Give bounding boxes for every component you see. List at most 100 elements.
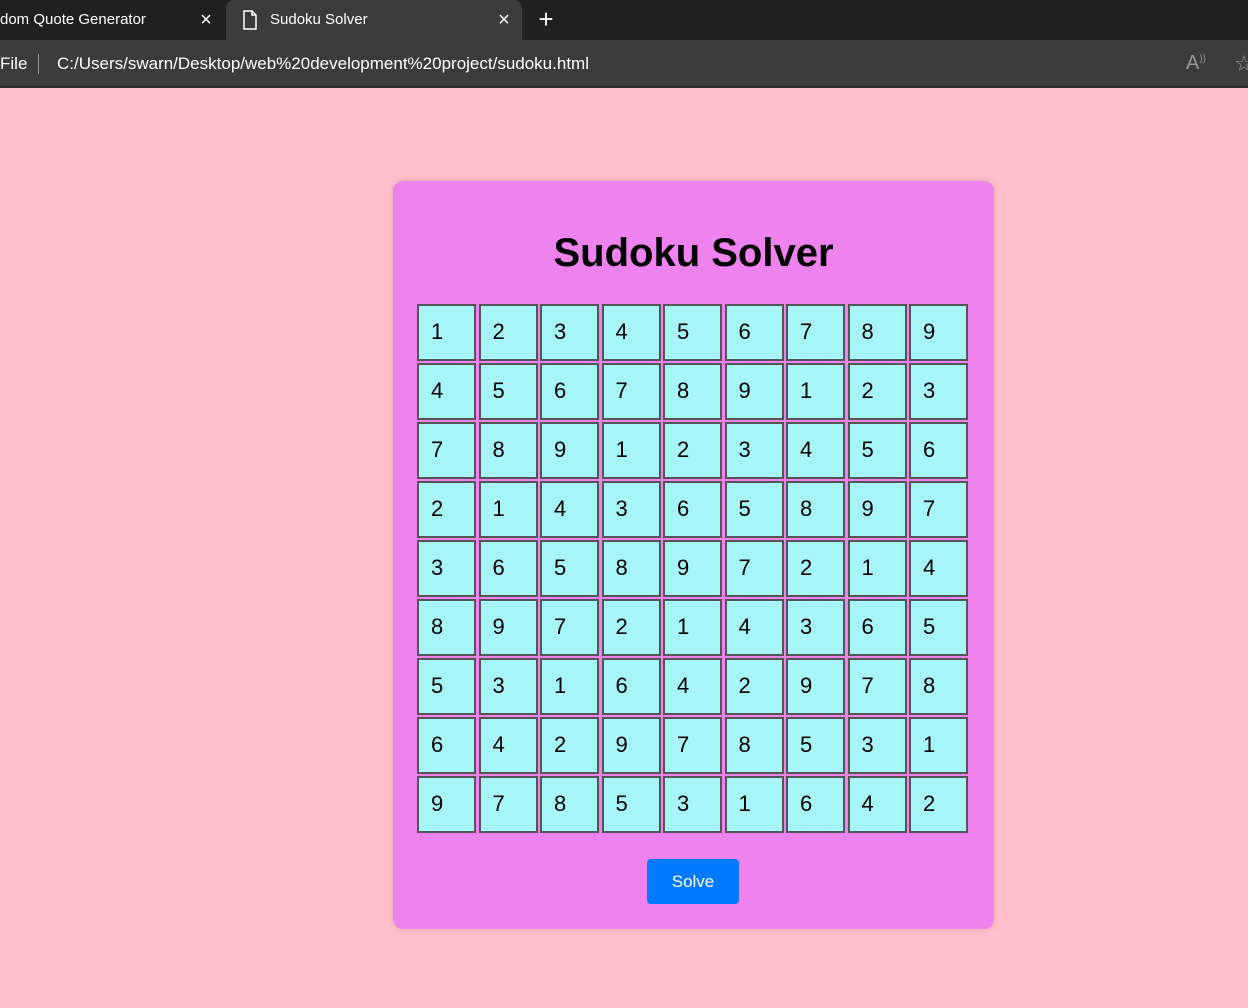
page-title: Sudoku Solver: [553, 231, 834, 275]
sudoku-cell[interactable]: 7: [601, 363, 661, 420]
sudoku-cell[interactable]: 4: [909, 540, 968, 597]
sudoku-cell[interactable]: 8: [417, 599, 476, 656]
sudoku-cell[interactable]: 9: [909, 304, 968, 361]
sudoku-cell[interactable]: 3: [601, 481, 661, 538]
sudoku-cell[interactable]: 7: [417, 422, 476, 479]
sudoku-cell[interactable]: 7: [478, 776, 538, 833]
sudoku-cell[interactable]: 1: [847, 540, 907, 597]
sudoku-cell[interactable]: 4: [724, 599, 784, 656]
sudoku-cell[interactable]: 8: [663, 363, 722, 420]
sudoku-cell[interactable]: 3: [663, 776, 722, 833]
sudoku-cell[interactable]: 5: [847, 422, 907, 479]
sudoku-cell[interactable]: 6: [663, 481, 722, 538]
sudoku-cell[interactable]: 6: [417, 717, 476, 774]
sudoku-cell[interactable]: 9: [663, 540, 722, 597]
sudoku-cell[interactable]: 2: [601, 599, 661, 656]
close-icon[interactable]: ×: [494, 10, 514, 30]
sudoku-cell[interactable]: 6: [601, 658, 661, 715]
sudoku-cell[interactable]: 3: [540, 304, 599, 361]
sudoku-cell[interactable]: 8: [601, 540, 661, 597]
sudoku-cell[interactable]: 2: [540, 717, 599, 774]
sudoku-cell[interactable]: 8: [847, 304, 907, 361]
sudoku-cell[interactable]: 3: [417, 540, 476, 597]
sudoku-cell[interactable]: 1: [663, 599, 722, 656]
sudoku-cell[interactable]: 9: [786, 658, 845, 715]
sudoku-cell[interactable]: 2: [417, 481, 476, 538]
sudoku-cell[interactable]: 5: [663, 304, 722, 361]
sudoku-cell[interactable]: 6: [724, 304, 784, 361]
tab-sudoku-solver[interactable]: Sudoku Solver ×: [226, 0, 522, 40]
sudoku-cell[interactable]: 7: [909, 481, 968, 538]
sudoku-cell[interactable]: 6: [478, 540, 538, 597]
page-icon: [243, 10, 257, 30]
sudoku-cell[interactable]: 1: [909, 717, 968, 774]
sudoku-cell[interactable]: 3: [478, 658, 538, 715]
sudoku-cell[interactable]: 6: [540, 363, 599, 420]
sudoku-cell[interactable]: 7: [847, 658, 907, 715]
tab-strip: dom Quote Generator × Sudoku Solver × +: [0, 0, 1248, 40]
sudoku-cell[interactable]: 6: [847, 599, 907, 656]
sudoku-cell[interactable]: 5: [417, 658, 476, 715]
favorite-star-icon[interactable]: ☆: [1234, 51, 1248, 77]
sudoku-cell[interactable]: 4: [540, 481, 599, 538]
sudoku-cell[interactable]: 5: [724, 481, 784, 538]
sudoku-cell[interactable]: 9: [478, 599, 538, 656]
sudoku-cell[interactable]: 9: [847, 481, 907, 538]
sudoku-cell[interactable]: 2: [786, 540, 845, 597]
sudoku-cell[interactable]: 9: [724, 363, 784, 420]
sudoku-cell[interactable]: 1: [786, 363, 845, 420]
tab-label: Sudoku Solver: [270, 11, 368, 28]
sudoku-cell[interactable]: 5: [540, 540, 599, 597]
sudoku-cell[interactable]: 7: [663, 717, 722, 774]
sudoku-cell[interactable]: 8: [909, 658, 968, 715]
sudoku-cell[interactable]: 4: [663, 658, 722, 715]
tab-label: dom Quote Generator: [0, 11, 146, 28]
sudoku-cell[interactable]: 5: [478, 363, 538, 420]
sudoku-cell[interactable]: 1: [540, 658, 599, 715]
sudoku-cell[interactable]: 3: [724, 422, 784, 479]
sudoku-cell[interactable]: 4: [478, 717, 538, 774]
sudoku-cell[interactable]: 3: [909, 363, 968, 420]
sudoku-cell[interactable]: 2: [663, 422, 722, 479]
sudoku-cell[interactable]: 4: [601, 304, 661, 361]
sudoku-cell[interactable]: 2: [847, 363, 907, 420]
sudoku-grid: 1234567894567891237891234562143658973658…: [417, 304, 968, 833]
sudoku-card: Sudoku Solver 12345678945678912378912345…: [393, 181, 994, 929]
sudoku-cell[interactable]: 2: [724, 658, 784, 715]
address-bar: File C:/Users/swarn/Desktop/web%20develo…: [0, 40, 1248, 88]
address-divider: [38, 54, 39, 74]
sudoku-cell[interactable]: 1: [417, 304, 476, 361]
sudoku-cell[interactable]: 2: [909, 776, 968, 833]
sudoku-cell[interactable]: 8: [540, 776, 599, 833]
sudoku-cell[interactable]: 9: [601, 717, 661, 774]
url-field[interactable]: C:/Users/swarn/Desktop/web%20development…: [57, 54, 589, 74]
sudoku-cell[interactable]: 9: [540, 422, 599, 479]
sudoku-cell[interactable]: 1: [478, 481, 538, 538]
read-aloud-icon[interactable]: A)): [1186, 52, 1206, 75]
sudoku-cell[interactable]: 4: [847, 776, 907, 833]
scheme-label[interactable]: File: [0, 54, 27, 74]
sudoku-cell[interactable]: 3: [847, 717, 907, 774]
sudoku-cell[interactable]: 9: [417, 776, 476, 833]
new-tab-icon[interactable]: +: [534, 6, 558, 32]
sudoku-cell[interactable]: 6: [786, 776, 845, 833]
close-icon[interactable]: ×: [196, 10, 216, 30]
sudoku-cell[interactable]: 4: [786, 422, 845, 479]
tab-quote-generator[interactable]: dom Quote Generator ×: [0, 0, 224, 40]
sudoku-cell[interactable]: 7: [540, 599, 599, 656]
sudoku-cell[interactable]: 7: [786, 304, 845, 361]
sudoku-cell[interactable]: 3: [786, 599, 845, 656]
sudoku-cell[interactable]: 5: [786, 717, 845, 774]
sudoku-cell[interactable]: 8: [724, 717, 784, 774]
sudoku-cell[interactable]: 4: [417, 363, 476, 420]
sudoku-cell[interactable]: 7: [724, 540, 784, 597]
sudoku-cell[interactable]: 5: [909, 599, 968, 656]
sudoku-cell[interactable]: 5: [601, 776, 661, 833]
sudoku-cell[interactable]: 1: [601, 422, 661, 479]
solve-button[interactable]: Solve: [647, 859, 739, 904]
sudoku-cell[interactable]: 1: [724, 776, 784, 833]
sudoku-cell[interactable]: 8: [786, 481, 845, 538]
sudoku-cell[interactable]: 8: [478, 422, 538, 479]
sudoku-cell[interactable]: 2: [478, 304, 538, 361]
sudoku-cell[interactable]: 6: [909, 422, 968, 479]
